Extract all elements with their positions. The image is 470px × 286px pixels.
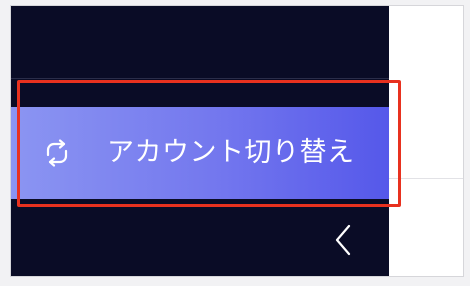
chevron-left-icon: [329, 224, 357, 262]
switch-account-label: アカウント切り替え: [107, 137, 355, 168]
switch-account-menu-item[interactable]: アカウント切り替え: [11, 107, 389, 199]
sidebar-divider: [11, 78, 389, 79]
collapse-sidebar-button[interactable]: [329, 222, 357, 258]
switch-account-icon: [42, 138, 72, 168]
content-divider: [389, 178, 463, 179]
app-window: アカウント切り替え: [10, 5, 464, 277]
sidebar: アカウント切り替え: [11, 6, 389, 276]
